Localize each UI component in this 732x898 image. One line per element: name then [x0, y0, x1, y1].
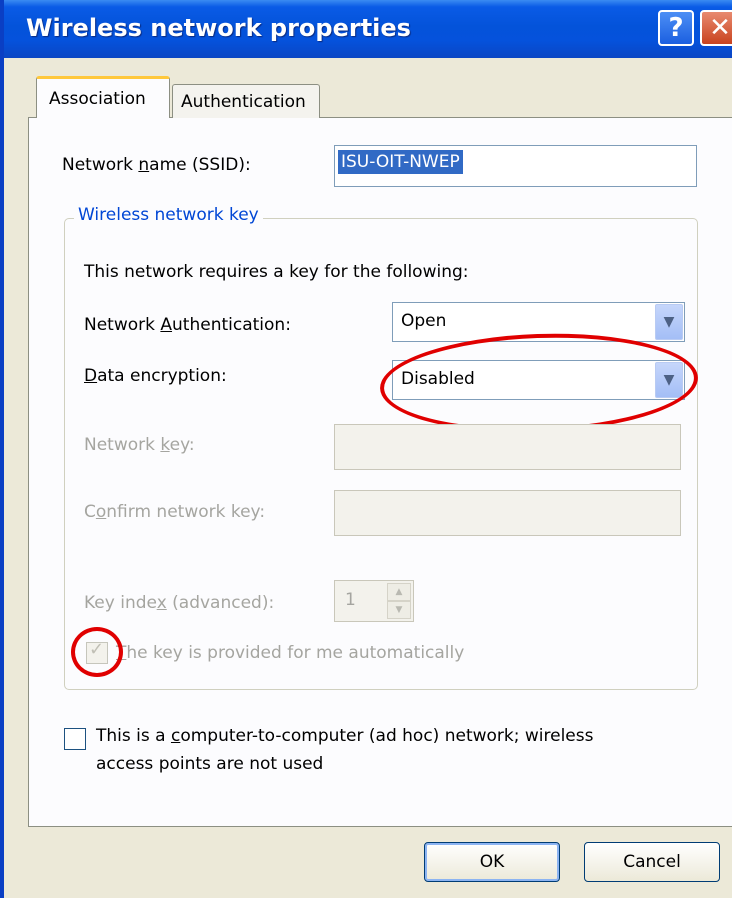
- arrow-down-icon[interactable]: ▼: [387, 601, 411, 619]
- dialog-window: Wireless network properties ? ✕ Associat…: [0, 0, 732, 898]
- chevron-down-icon[interactable]: ▼: [655, 362, 683, 398]
- chevron-down-icon[interactable]: ▼: [655, 304, 683, 340]
- auto-key-checkbox[interactable]: ✓: [86, 639, 108, 664]
- ssid-value: ISU-OIT-NWEP: [338, 150, 463, 174]
- data-encryption-label: Data encryption:: [84, 366, 227, 386]
- confirm-network-key-field[interactable]: [334, 490, 681, 536]
- window-title: Wireless network properties: [26, 14, 411, 42]
- tab-authentication[interactable]: Authentication: [172, 84, 320, 118]
- network-authentication-value: Open: [401, 311, 447, 331]
- ssid-label: Network name (SSID):: [62, 155, 251, 175]
- help-icon: ?: [668, 13, 684, 43]
- tab-authentication-label: Authentication: [181, 92, 306, 112]
- spin-buttons: ▲ ▼: [387, 583, 411, 619]
- ok-button-label: OK: [479, 852, 505, 872]
- ok-button[interactable]: OK: [424, 842, 560, 882]
- data-encryption-select[interactable]: Disabled ▼: [392, 360, 685, 400]
- title-bar[interactable]: Wireless network properties ? ✕: [4, 0, 732, 58]
- tab-association[interactable]: Association: [36, 76, 170, 118]
- checkmark-icon: ✓: [89, 639, 105, 660]
- adhoc-label-line1: This is a computer-to-computer (ad hoc) …: [96, 726, 594, 746]
- close-button[interactable]: ✕: [700, 10, 732, 46]
- data-encryption-value: Disabled: [401, 369, 475, 389]
- auto-key-label: The key is provided for me automatically: [116, 643, 465, 663]
- adhoc-checkbox[interactable]: [64, 728, 86, 750]
- ssid-input[interactable]: ISU-OIT-NWEP: [334, 145, 697, 187]
- key-index-value: 1: [345, 590, 356, 610]
- close-icon: ✕: [709, 13, 731, 43]
- cancel-button[interactable]: Cancel: [584, 842, 720, 882]
- key-index-spinner[interactable]: 1 ▲ ▼: [334, 580, 414, 622]
- arrow-up-icon[interactable]: ▲: [387, 583, 411, 601]
- network-key-field[interactable]: [334, 424, 681, 470]
- key-index-label: Key index (advanced):: [84, 593, 275, 613]
- wireless-key-group-title: Wireless network key: [74, 205, 263, 225]
- network-authentication-label: Network Authentication:: [84, 315, 291, 335]
- help-button[interactable]: ?: [658, 10, 694, 46]
- key-requirement-text: This network requires a key for the foll…: [84, 262, 469, 282]
- network-authentication-select[interactable]: Open ▼: [392, 302, 685, 342]
- cancel-button-label: Cancel: [623, 852, 681, 872]
- adhoc-label-line2: access points are not used: [96, 754, 324, 774]
- tab-association-label: Association: [49, 89, 146, 109]
- network-key-label: Network key:: [84, 435, 195, 455]
- confirm-network-key-label: Confirm network key:: [84, 502, 266, 522]
